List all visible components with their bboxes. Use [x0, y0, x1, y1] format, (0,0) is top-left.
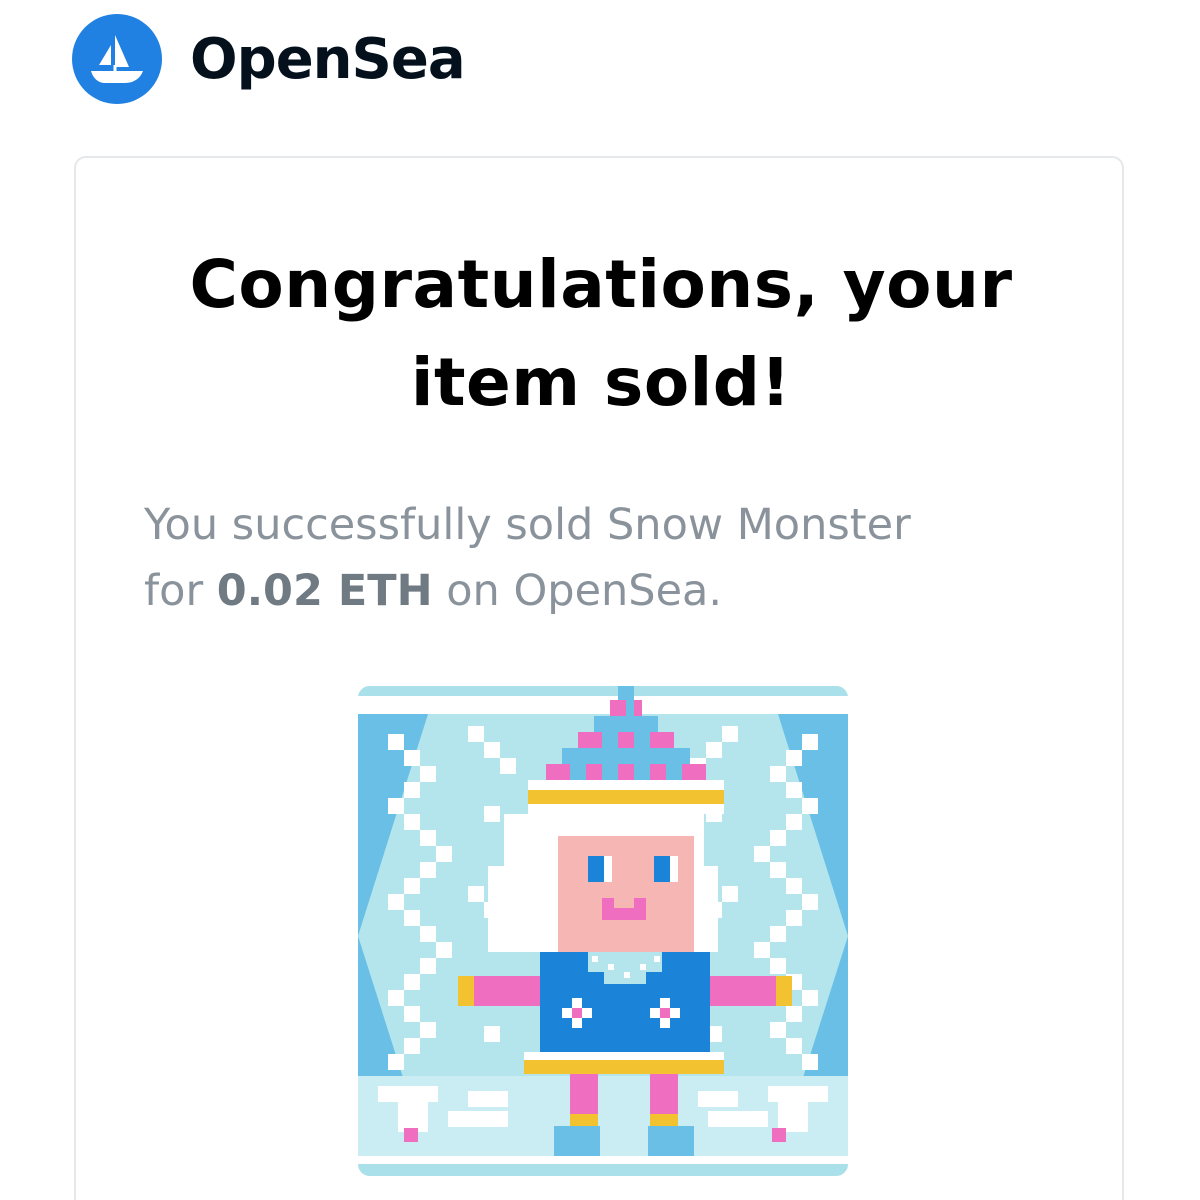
snow-monster-pixel-art	[358, 686, 848, 1176]
nft-image[interactable]	[358, 686, 848, 1176]
message-prefix: You successfully sold	[144, 500, 608, 550]
header: OpenSea	[72, 14, 466, 104]
sailboat-icon	[91, 35, 143, 83]
item-name: Snow Monster	[607, 500, 911, 550]
page-title: Congratulations, your item sold!	[76, 236, 1126, 432]
sale-notification-card: Congratulations, your item sold! You suc…	[74, 156, 1124, 1200]
brand-name[interactable]: OpenSea	[190, 27, 466, 92]
sale-price: 0.02 ETH	[216, 566, 433, 616]
sale-message: You successfully sold Snow Monster for 0…	[144, 492, 1044, 624]
headline-line-1: Congratulations, your	[189, 246, 1013, 323]
headline-line-2: item sold!	[410, 344, 792, 421]
email-page: OpenSea Congratulations, your item sold!…	[0, 0, 1200, 1200]
message-suffix: on OpenSea.	[432, 566, 723, 616]
opensea-logo[interactable]	[72, 14, 162, 104]
message-mid: for	[144, 566, 217, 616]
